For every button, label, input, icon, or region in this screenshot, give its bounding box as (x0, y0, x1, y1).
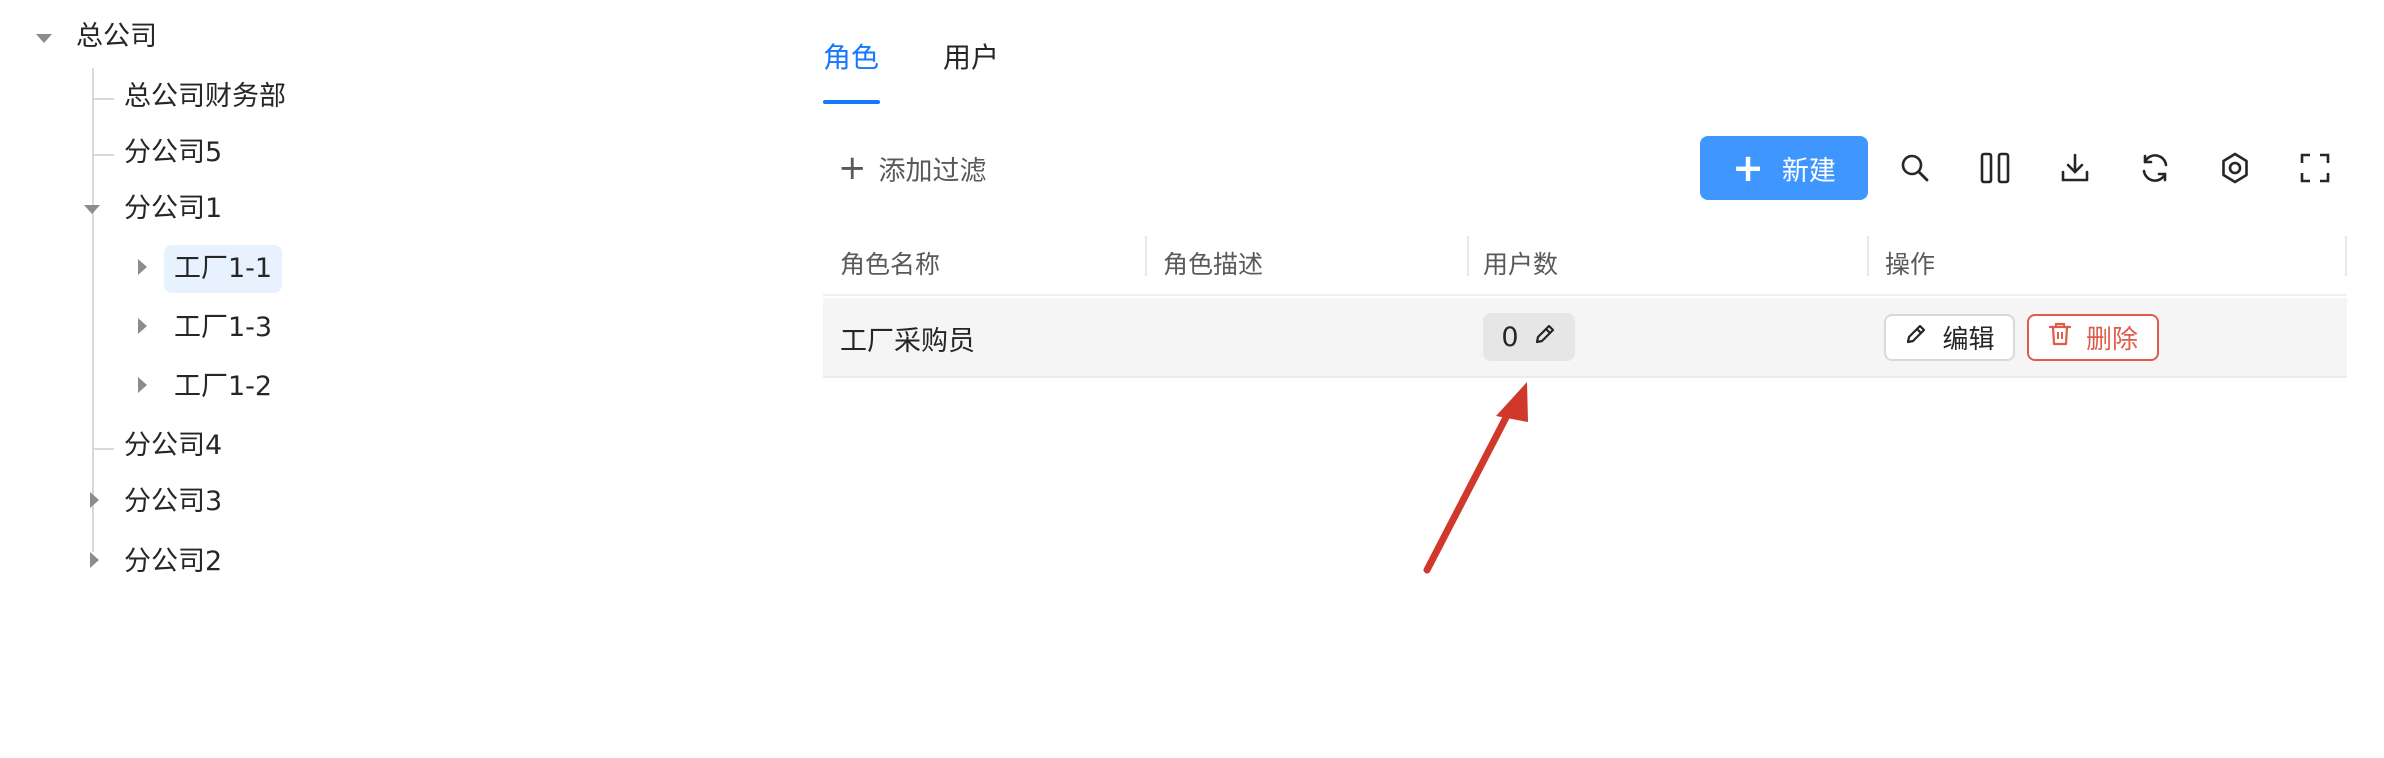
expand-caret-icon[interactable] (138, 377, 147, 393)
tab-roles[interactable]: 角色 (823, 36, 879, 76)
column-divider[interactable] (1467, 236, 1469, 276)
tree-guide-line (92, 448, 114, 450)
tree-node-label: 分公司3 (124, 486, 223, 517)
expand-caret-icon[interactable] (90, 492, 99, 508)
tree-guide-line (92, 154, 114, 156)
annotation-arrow (1423, 382, 1528, 574)
column-header-role-name[interactable]: 角色名称 (840, 230, 940, 296)
org-tree: 总公司 总公司财务部 分公司5 分公司1 工厂1-1 工厂1-3 工厂1-2 分… (0, 0, 760, 758)
column-header-role-description[interactable]: 角色描述 (1163, 230, 1263, 296)
column-header-actions: 操作 (1885, 250, 1936, 279)
expand-caret-icon[interactable] (138, 318, 147, 334)
pencil-icon (1533, 322, 1557, 353)
expand-caret-icon[interactable] (90, 552, 99, 568)
collapse-caret-icon[interactable] (36, 34, 52, 43)
column-divider[interactable] (1867, 236, 1869, 276)
tree-node-label: 总公司 (76, 21, 157, 52)
delete-button[interactable]: 删除 (2027, 314, 2159, 361)
search-icon[interactable] (1895, 148, 1935, 188)
tree-guide-line (92, 98, 114, 100)
tree-node-factory-1-1[interactable]: 工厂1-1 (164, 244, 283, 294)
tree-node-label: 总公司财务部 (124, 81, 286, 112)
role-name-cell: 工厂采购员 (840, 325, 975, 357)
plus-icon: + (1732, 146, 1764, 190)
active-tab-indicator (823, 100, 880, 104)
download-icon[interactable] (2055, 148, 2095, 188)
tree-node-label: 分公司5 (124, 137, 223, 168)
column-divider[interactable] (2345, 236, 2347, 276)
columns-icon[interactable] (1975, 148, 2015, 188)
new-button-label: 新建 (1781, 155, 1836, 187)
tree-node-factory-1-2[interactable]: 工厂1-2 (164, 362, 282, 412)
tree-node-label: 工厂1-3 (174, 312, 273, 343)
fullscreen-icon[interactable] (2295, 148, 2335, 188)
new-button[interactable]: + 新建 (1700, 136, 1868, 200)
table-header: 角色名称 角色描述 用户数 操作 (823, 230, 2347, 296)
trash-icon (2048, 321, 2072, 354)
edit-button[interactable]: 编辑 (1884, 314, 2015, 361)
tree-node-branch4[interactable]: 分公司4 (114, 421, 232, 471)
column-divider[interactable] (1145, 236, 1147, 276)
tree-guide-line (92, 244, 94, 430)
tree-node-root[interactable]: 总公司 (66, 12, 167, 62)
plus-icon: + (838, 148, 867, 188)
tree-node-label: 工厂1-1 (164, 245, 283, 293)
settings-icon[interactable] (2215, 148, 2255, 188)
pencil-icon (1904, 322, 1928, 353)
user-count-edit[interactable]: 0 (1483, 313, 1575, 361)
refresh-icon[interactable] (2135, 148, 2175, 188)
delete-button-label: 删除 (2085, 325, 2138, 355)
collapse-caret-icon[interactable] (84, 205, 100, 214)
add-filter-label: 添加过滤 (878, 155, 987, 187)
add-filter-button[interactable]: + 添加过滤 (838, 148, 987, 188)
tree-node-factory-1-3[interactable]: 工厂1-3 (164, 303, 282, 353)
tree-node-branch2[interactable]: 分公司2 (114, 537, 232, 587)
tab-users[interactable]: 用户 (943, 36, 999, 76)
tree-node-label: 工厂1-2 (174, 371, 273, 402)
tree-node-branch3[interactable]: 分公司3 (114, 477, 232, 527)
tree-node-finance[interactable]: 总公司财务部 (114, 72, 296, 122)
column-header-user-count[interactable]: 用户数 (1483, 230, 1558, 296)
tree-node-branch5[interactable]: 分公司5 (114, 128, 232, 178)
tree-node-label: 分公司4 (124, 430, 223, 461)
tree-node-label: 分公司1 (124, 193, 223, 224)
tree-node-branch1[interactable]: 分公司1 (114, 184, 232, 234)
tree-node-label: 分公司2 (124, 546, 223, 577)
user-count-value: 0 (1501, 321, 1519, 353)
edit-button-label: 编辑 (1942, 325, 1995, 355)
expand-caret-icon[interactable] (138, 259, 147, 275)
